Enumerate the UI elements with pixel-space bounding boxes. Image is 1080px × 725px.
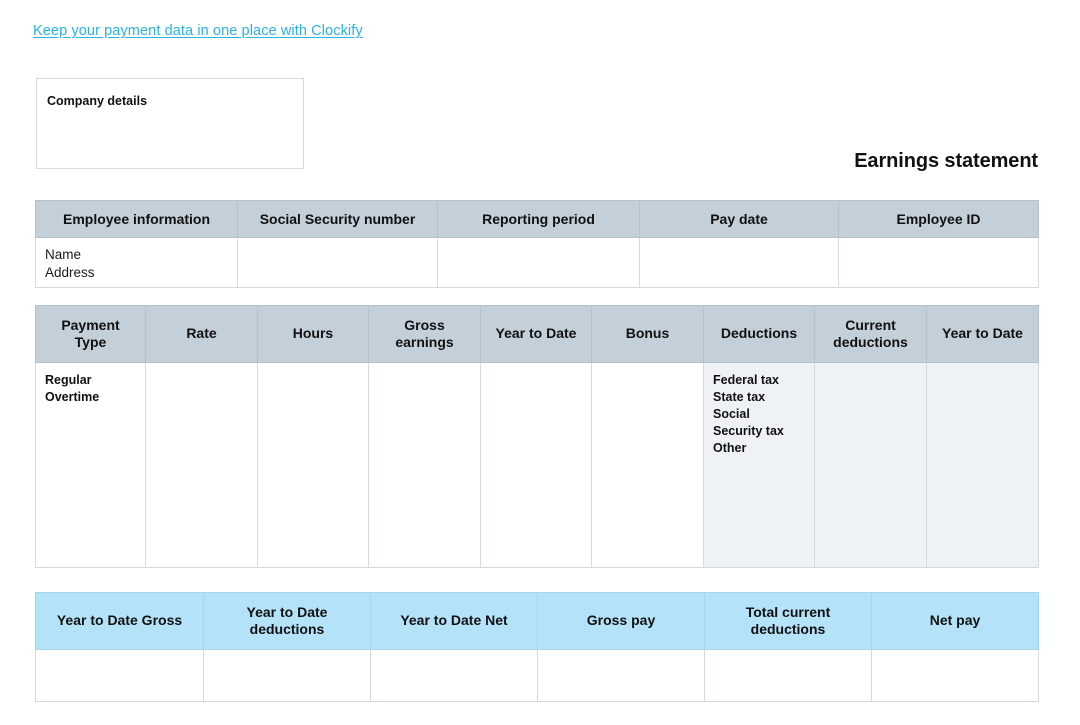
employee-information-table: Employee information Social Security num… — [35, 200, 1039, 288]
col-payment-type: Payment Type — [35, 305, 146, 363]
cell-rate[interactable] — [145, 362, 258, 568]
employee-name-address-text: Name Address — [45, 247, 95, 280]
cell-bonus[interactable] — [591, 362, 704, 568]
table-row: Name Address — [35, 237, 1039, 288]
cell-employee-id[interactable] — [838, 237, 1039, 288]
col-bonus: Bonus — [591, 305, 704, 363]
cell-year-to-date-gross[interactable] — [35, 649, 204, 702]
col-employee-information: Employee information — [35, 200, 238, 238]
cell-hours[interactable] — [257, 362, 369, 568]
promo-link-row: Keep your payment data in one place with… — [33, 22, 363, 40]
col-current-deductions: Current deductions — [814, 305, 927, 363]
payment-type-text: Regular Overtime — [45, 373, 100, 404]
col-year-to-date-net: Year to Date Net — [370, 592, 538, 650]
cell-deductions-year-to-date[interactable] — [926, 362, 1039, 568]
page-title: Earnings statement — [854, 150, 1038, 172]
earnings-table-header-row: Payment Type Rate Hours Gross earnings Y… — [35, 305, 1039, 363]
deductions-list-text: Federal tax State tax Social Security ta… — [713, 373, 784, 455]
earnings-deductions-table: Payment Type Rate Hours Gross earnings Y… — [35, 305, 1039, 568]
col-year-to-date-gross: Year to Date Gross — [35, 592, 204, 650]
cell-employee-information[interactable]: Name Address — [35, 237, 238, 288]
col-social-security-number: Social Security number — [237, 200, 438, 238]
col-pay-date: Pay date — [639, 200, 839, 238]
col-hours: Hours — [257, 305, 369, 363]
col-total-current-deductions: Total current deductions — [704, 592, 872, 650]
cell-year-to-date-net[interactable] — [370, 649, 538, 702]
cell-deductions[interactable]: Federal tax State tax Social Security ta… — [703, 362, 815, 568]
col-net-pay: Net pay — [871, 592, 1039, 650]
totals-summary-table: Year to Date Gross Year to Date deductio… — [35, 592, 1039, 702]
cell-current-deductions[interactable] — [814, 362, 927, 568]
col-rate: Rate — [145, 305, 258, 363]
company-details-label: Company details — [47, 94, 148, 108]
table-row: Regular Overtime Federal tax State tax S… — [35, 362, 1039, 568]
totals-table-header-row: Year to Date Gross Year to Date deductio… — [35, 592, 1039, 650]
cell-gross-pay[interactable] — [537, 649, 705, 702]
cell-gross-earnings[interactable] — [368, 362, 481, 568]
company-details-box[interactable]: Company details — [36, 78, 304, 169]
table-row — [35, 649, 1039, 702]
cell-payment-type[interactable]: Regular Overtime — [35, 362, 146, 568]
col-gross-year-to-date: Year to Date — [480, 305, 592, 363]
col-employee-id: Employee ID — [838, 200, 1039, 238]
col-deductions: Deductions — [703, 305, 815, 363]
cell-total-current-deductions[interactable] — [704, 649, 872, 702]
col-year-to-date-deductions: Year to Date deductions — [203, 592, 371, 650]
cell-social-security-number[interactable] — [237, 237, 438, 288]
clockify-promo-link[interactable]: Keep your payment data in one place with… — [33, 23, 363, 39]
col-deductions-year-to-date: Year to Date — [926, 305, 1039, 363]
cell-pay-date[interactable] — [639, 237, 839, 288]
col-gross-earnings: Gross earnings — [368, 305, 481, 363]
cell-gross-year-to-date[interactable] — [480, 362, 592, 568]
employee-table-header-row: Employee information Social Security num… — [35, 200, 1039, 238]
earnings-statement-page: Keep your payment data in one place with… — [0, 0, 1080, 725]
cell-net-pay[interactable] — [871, 649, 1039, 702]
cell-reporting-period[interactable] — [437, 237, 640, 288]
col-gross-pay: Gross pay — [537, 592, 705, 650]
col-reporting-period: Reporting period — [437, 200, 640, 238]
cell-year-to-date-deductions[interactable] — [203, 649, 371, 702]
